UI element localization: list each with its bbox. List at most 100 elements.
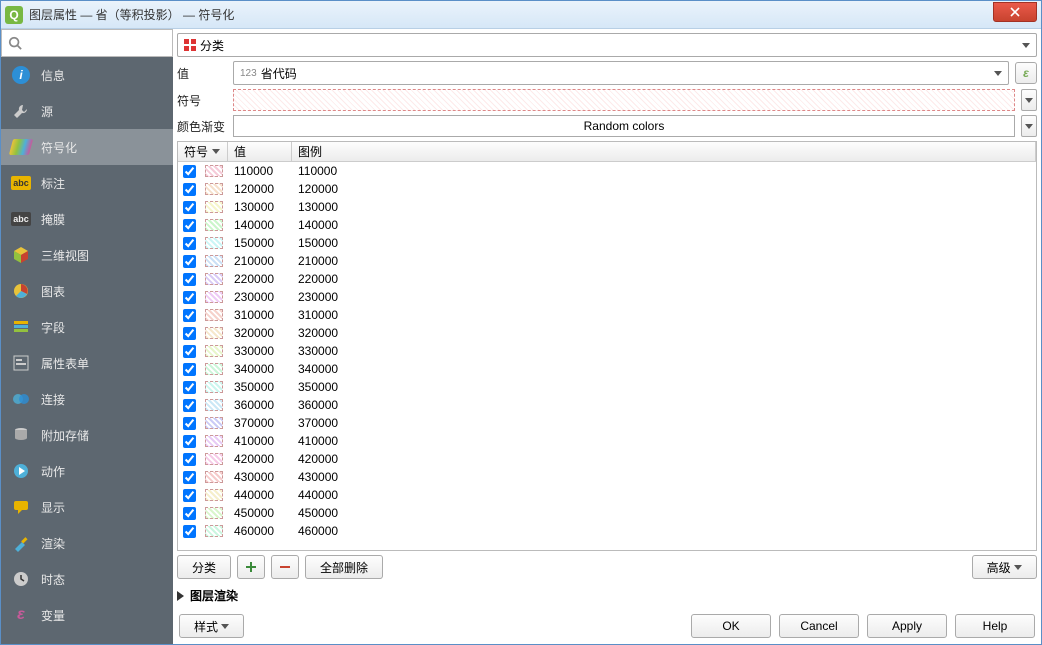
row-checkbox[interactable] <box>178 435 200 448</box>
row-swatch[interactable] <box>200 237 228 249</box>
row-checkbox[interactable] <box>178 471 200 484</box>
row-swatch[interactable] <box>200 201 228 213</box>
sidebar-item-source[interactable]: 源 <box>1 93 173 129</box>
sidebar-item-masks[interactable]: abc 掩膜 <box>1 201 173 237</box>
grid-body[interactable]: 1100001100001200001200001300001300001400… <box>178 162 1036 550</box>
row-checkbox[interactable] <box>178 381 200 394</box>
help-button[interactable]: Help <box>955 614 1035 638</box>
color-ramp-combo[interactable]: Random colors <box>233 115 1015 137</box>
row-checkbox[interactable] <box>178 399 200 412</box>
add-class-button[interactable] <box>237 555 265 579</box>
row-swatch[interactable] <box>200 471 228 483</box>
table-row[interactable]: 130000130000 <box>178 198 1036 216</box>
row-checkbox[interactable] <box>178 453 200 466</box>
table-row[interactable]: 120000120000 <box>178 180 1036 198</box>
table-row[interactable]: 440000440000 <box>178 486 1036 504</box>
advanced-button[interactable]: 高级 <box>972 555 1037 579</box>
expression-button[interactable]: ε <box>1015 62 1037 84</box>
table-row[interactable]: 210000210000 <box>178 252 1036 270</box>
table-row[interactable]: 350000350000 <box>178 378 1036 396</box>
sidebar-item-fields[interactable]: 字段 <box>1 309 173 345</box>
row-swatch[interactable] <box>200 165 228 177</box>
row-checkbox[interactable] <box>178 201 200 214</box>
row-swatch[interactable] <box>200 327 228 339</box>
table-row[interactable]: 110000110000 <box>178 162 1036 180</box>
value-combo[interactable]: 123 省代码 <box>233 61 1009 85</box>
table-row[interactable]: 450000450000 <box>178 504 1036 522</box>
table-row[interactable]: 460000460000 <box>178 522 1036 540</box>
sidebar-item-diagrams[interactable]: 图表 <box>1 273 173 309</box>
symbol-dropdown[interactable] <box>1021 89 1037 111</box>
row-checkbox[interactable] <box>178 165 200 178</box>
remove-class-button[interactable] <box>271 555 299 579</box>
table-row[interactable]: 230000230000 <box>178 288 1036 306</box>
sidebar-item-symbology[interactable]: 符号化 <box>1 129 173 165</box>
row-checkbox[interactable] <box>178 525 200 538</box>
row-checkbox[interactable] <box>178 507 200 520</box>
renderer-combo[interactable]: 分类 <box>177 33 1037 57</box>
table-row[interactable]: 420000420000 <box>178 450 1036 468</box>
row-swatch[interactable] <box>200 435 228 447</box>
sidebar-item-variables[interactable]: ε 变量 <box>1 597 173 633</box>
sidebar-item-actions[interactable]: 动作 <box>1 453 173 489</box>
table-row[interactable]: 150000150000 <box>178 234 1036 252</box>
row-checkbox[interactable] <box>178 237 200 250</box>
ramp-dropdown[interactable] <box>1021 115 1037 137</box>
row-checkbox[interactable] <box>178 489 200 502</box>
row-checkbox[interactable] <box>178 183 200 196</box>
table-row[interactable]: 360000360000 <box>178 396 1036 414</box>
row-checkbox[interactable] <box>178 345 200 358</box>
row-swatch[interactable] <box>200 417 228 429</box>
apply-button[interactable]: Apply <box>867 614 947 638</box>
row-swatch[interactable] <box>200 507 228 519</box>
row-checkbox[interactable] <box>178 255 200 268</box>
row-checkbox[interactable] <box>178 291 200 304</box>
cancel-button[interactable]: Cancel <box>779 614 859 638</box>
col-symbol[interactable]: 符号 <box>178 142 228 161</box>
table-row[interactable]: 430000430000 <box>178 468 1036 486</box>
sidebar-item-rendering[interactable]: 渲染 <box>1 525 173 561</box>
row-swatch[interactable] <box>200 525 228 537</box>
sidebar-item-display[interactable]: 显示 <box>1 489 173 525</box>
row-swatch[interactable] <box>200 381 228 393</box>
row-swatch[interactable] <box>200 363 228 375</box>
row-swatch[interactable] <box>200 219 228 231</box>
sidebar-item-temporal[interactable]: 时态 <box>1 561 173 597</box>
symbol-preview[interactable] <box>233 89 1015 111</box>
delete-all-button[interactable]: 全部删除 <box>305 555 383 579</box>
style-button[interactable]: 样式 <box>179 614 244 638</box>
sidebar-item-3dview[interactable]: 三维视图 <box>1 237 173 273</box>
row-swatch[interactable] <box>200 453 228 465</box>
table-row[interactable]: 310000310000 <box>178 306 1036 324</box>
row-checkbox[interactable] <box>178 363 200 376</box>
sidebar-item-labels[interactable]: abc 标注 <box>1 165 173 201</box>
row-checkbox[interactable] <box>178 219 200 232</box>
row-swatch[interactable] <box>200 273 228 285</box>
col-value[interactable]: 值 <box>228 142 292 161</box>
table-row[interactable]: 140000140000 <box>178 216 1036 234</box>
sidebar-item-joins[interactable]: 连接 <box>1 381 173 417</box>
close-button[interactable] <box>993 2 1037 22</box>
table-row[interactable]: 410000410000 <box>178 432 1036 450</box>
row-swatch[interactable] <box>200 291 228 303</box>
table-row[interactable]: 340000340000 <box>178 360 1036 378</box>
ok-button[interactable]: OK <box>691 614 771 638</box>
col-legend[interactable]: 图例 <box>292 142 1036 161</box>
table-row[interactable]: 320000320000 <box>178 324 1036 342</box>
table-row[interactable]: 220000220000 <box>178 270 1036 288</box>
table-row[interactable]: 370000370000 <box>178 414 1036 432</box>
table-row[interactable]: 330000330000 <box>178 342 1036 360</box>
row-swatch[interactable] <box>200 489 228 501</box>
search-input[interactable] <box>1 29 173 57</box>
expand-toggle[interactable] <box>177 591 184 601</box>
row-swatch[interactable] <box>200 399 228 411</box>
row-swatch[interactable] <box>200 183 228 195</box>
row-swatch[interactable] <box>200 345 228 357</box>
row-checkbox[interactable] <box>178 309 200 322</box>
row-checkbox[interactable] <box>178 417 200 430</box>
row-checkbox[interactable] <box>178 273 200 286</box>
sidebar-item-information[interactable]: i 信息 <box>1 57 173 93</box>
sidebar-item-auxiliary-storage[interactable]: 附加存储 <box>1 417 173 453</box>
sidebar-item-attributes-form[interactable]: 属性表单 <box>1 345 173 381</box>
row-checkbox[interactable] <box>178 327 200 340</box>
